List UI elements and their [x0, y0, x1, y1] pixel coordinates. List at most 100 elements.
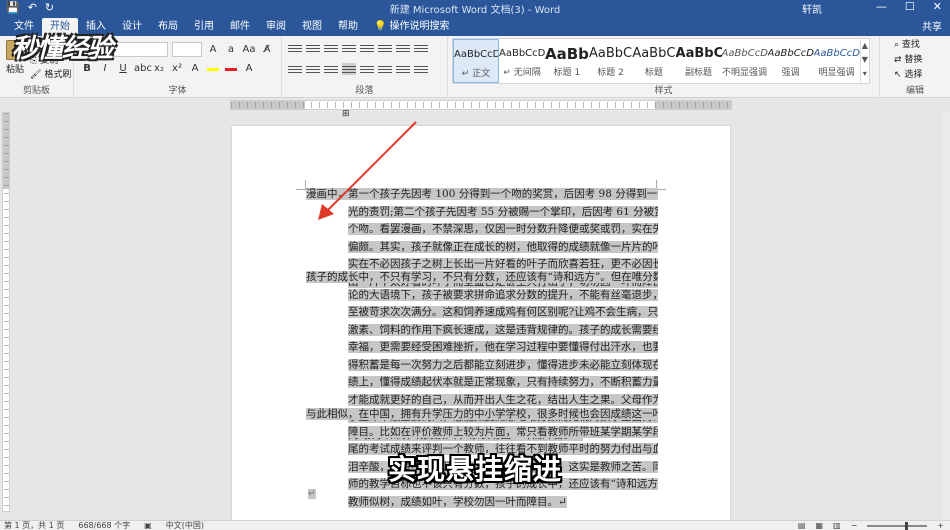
video-caption: 实现悬挂缩进 [388, 453, 563, 486]
editing-items: ⌕ 查找 ⇄ 替换 ↖ 选择 [894, 38, 922, 83]
style-name: 明显强调 [818, 68, 855, 78]
style-normal[interactable]: AaBbCcDd ↵ 正文 [453, 39, 499, 83]
shrink-font-icon[interactable]: a [224, 43, 238, 57]
vertical-scrollbar[interactable] [942, 112, 950, 520]
status-right: ▤ ▦ ▥ − + [798, 521, 944, 530]
font-color-button[interactable] [224, 62, 238, 76]
tab-mailings[interactable]: 邮件 [222, 18, 258, 36]
window-controls: — ☐ ✕ [876, 0, 942, 13]
find-button[interactable]: ⌕ 查找 [894, 38, 922, 53]
read-mode-icon[interactable]: ▤ [798, 521, 806, 530]
change-case-icon[interactable]: Aa [242, 43, 256, 57]
style-heading-2[interactable]: AaBbC 标题 2 [589, 39, 632, 83]
highlight-icon [207, 68, 219, 71]
hanging-indent-marker-icon[interactable]: ⊞ [342, 109, 350, 119]
ruler-ticks [231, 102, 731, 108]
user-name[interactable]: 轩凯 [802, 1, 822, 16]
style-emphasis[interactable]: AaBbCcDd 强调 [768, 39, 814, 83]
highlight-button[interactable] [206, 62, 220, 76]
word-count[interactable]: 668/668 个字 [78, 521, 130, 530]
print-layout-icon[interactable]: ▦ [815, 521, 823, 530]
show-marks-icon[interactable] [414, 42, 428, 54]
ribbon: 粘贴 ✂ ⎘ 复制 🖌 格式刷 剪贴板 A a Aa A̸ B I U abc … [0, 36, 950, 98]
justify-icon[interactable] [342, 63, 356, 75]
clear-format-icon[interactable]: A̸ [260, 43, 274, 57]
font-size-combo[interactable] [172, 42, 202, 57]
zoom-slider[interactable] [867, 522, 928, 530]
share-button[interactable]: 共享 [922, 18, 942, 33]
align-right-icon[interactable] [324, 63, 338, 75]
horizontal-ruler[interactable] [230, 100, 732, 110]
zoom-in-icon[interactable]: + [937, 521, 944, 530]
multilevel-list-icon[interactable] [324, 42, 338, 54]
line-text: 漫画中，第一个孩子先因考 100 分得到一个吻的奖赏，后因考 98 分得到一个耳 [306, 188, 658, 200]
char-shading-button[interactable]: A [242, 62, 256, 76]
style-subtitle[interactable]: AaBbC 副标题 [676, 39, 722, 83]
grow-font-icon[interactable]: A [206, 43, 220, 57]
chinese-layout-icon[interactable] [378, 42, 392, 54]
tab-view[interactable]: 视图 [294, 18, 330, 36]
shading-icon[interactable] [396, 63, 410, 75]
line-text: 激素、饲料的作用下疯长速成，这是违背规律的。孩子的成长需要经历 [348, 323, 658, 336]
decrease-indent-icon[interactable] [342, 42, 356, 54]
web-layout-icon[interactable]: ▥ [833, 521, 841, 530]
style-subtle-emphasis[interactable]: AaBbCcDd 不明显强调 [722, 39, 768, 83]
ribbon-tabs: 文件 开始 插入 设计 布局 引用 邮件 审阅 视图 帮助 💡 操作说明搜索 共… [0, 16, 950, 36]
language-indicator[interactable]: 中文(中国) [166, 521, 204, 530]
bullets-icon[interactable] [288, 42, 302, 54]
minimize-button[interactable]: — [876, 0, 887, 13]
sort-icon[interactable] [396, 42, 410, 54]
editing-group-label: 编辑 [905, 86, 924, 96]
distributed-icon[interactable] [360, 63, 374, 75]
strikethrough-button[interactable]: abc [134, 62, 152, 76]
align-center-icon[interactable] [306, 63, 320, 75]
tell-me-search[interactable]: 💡 操作说明搜索 [366, 18, 457, 36]
subscript-button[interactable]: x₂ [152, 62, 166, 76]
select-button[interactable]: ↖ 选择 [894, 68, 922, 83]
select-label: 选择 [904, 70, 923, 80]
format-painter-button[interactable]: 🖌 格式刷 [30, 68, 71, 82]
increase-indent-icon[interactable] [360, 42, 374, 54]
vertical-ruler[interactable] [2, 112, 10, 512]
tab-help[interactable]: 帮助 [330, 18, 366, 36]
line-text: 孩子的成长中，不只有学习，不只有分数，还应该有“诗和远方”。但在唯分数 [306, 271, 658, 283]
maximize-button[interactable]: ☐ [905, 0, 915, 13]
paragraph-line: 个吻。看罢漫画，不禁深思，仅因一时分数升降便或奖或罚，实在失之 [306, 221, 658, 239]
style-sample: AaBbCcDd [721, 48, 768, 59]
style-sample: AaBb [545, 45, 589, 63]
tab-review[interactable]: 审阅 [258, 18, 294, 36]
page-count[interactable]: 第 1 页，共 1 页 [4, 521, 64, 530]
style-sample: AaBbCcDd [813, 48, 860, 59]
crop-mark-top-left [296, 180, 306, 190]
proofing-icon[interactable]: ▣ [144, 521, 152, 530]
style-name: ↵ 无间隔 [503, 68, 541, 78]
clipboard-group-label: 剪贴板 [22, 86, 50, 96]
text-effects-button[interactable]: A [188, 62, 202, 76]
tab-layout[interactable]: 布局 [150, 18, 186, 36]
style-title[interactable]: AaBbC 标题 [632, 39, 675, 83]
find-label: 查找 [901, 40, 920, 50]
style-sample: AaBbC [632, 46, 676, 61]
title-bar: 💾 ↶ ↻ 新建 Microsoft Word 文档(3) - Word 轩凯 … [0, 0, 950, 16]
style-heading-1[interactable]: AaBb 标题 1 [545, 39, 589, 83]
line-text: 论的大语境下，孩子被要求拼命追求分数的提升，不能有丝毫退步，甚 [348, 288, 658, 301]
line-text: 与此相似，在中国，拥有升学压力的中小学学校，很多时候也会因成绩这一叶而 [306, 408, 658, 420]
close-button[interactable]: ✕ [933, 0, 942, 13]
style-no-spacing[interactable]: AaBbCcDd ↵ 无间隔 [499, 39, 545, 83]
zoom-thumb[interactable] [905, 522, 909, 530]
styles-more-icon[interactable]: ▲ ▼ ▾ [859, 39, 869, 83]
status-left: 第 1 页，共 1 页 668/668 个字 ▣ 中文(中国) [4, 521, 204, 530]
superscript-button[interactable]: x² [170, 62, 184, 76]
tab-references[interactable]: 引用 [186, 18, 222, 36]
line-spacing-icon[interactable] [378, 63, 392, 75]
align-left-icon[interactable] [288, 63, 302, 75]
replace-button[interactable]: ⇄ 替换 [894, 53, 922, 68]
borders-icon[interactable] [414, 63, 428, 75]
styles-group-label: 样式 [654, 86, 673, 96]
numbering-icon[interactable] [306, 42, 320, 54]
zoom-out-icon[interactable]: − [851, 521, 858, 530]
style-name: 标题 2 [597, 68, 624, 78]
style-intense-emphasis[interactable]: AaBbCcDd 明显强调 [814, 39, 860, 83]
underline-button[interactable]: U [116, 62, 130, 76]
tab-design[interactable]: 设计 [114, 18, 150, 36]
